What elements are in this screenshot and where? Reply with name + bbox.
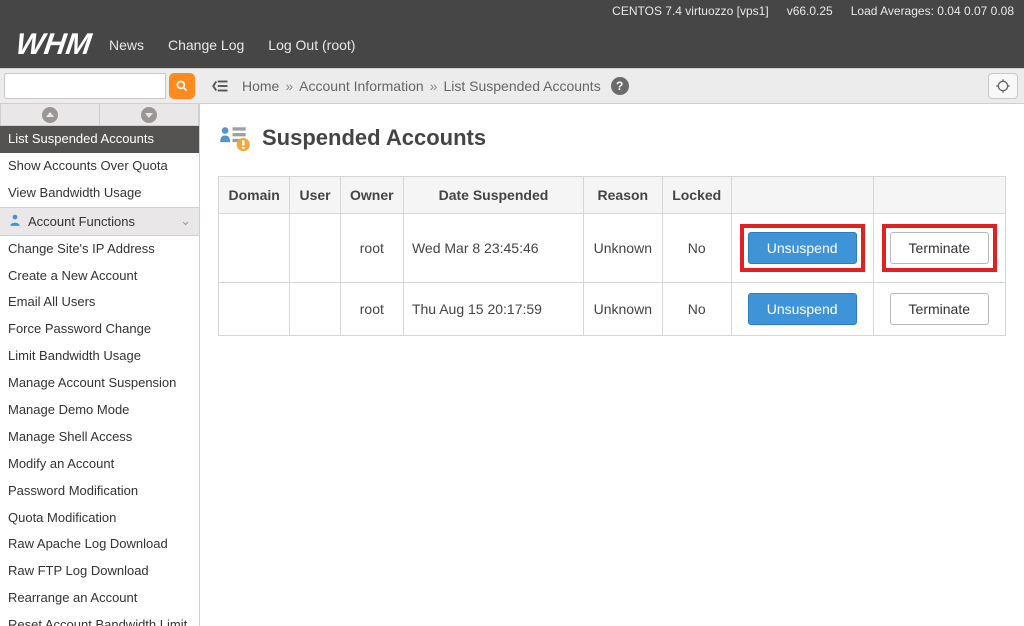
sidebar-item[interactable]: List Suspended Accounts bbox=[0, 126, 199, 153]
person-icon bbox=[8, 213, 22, 230]
cell-locked: No bbox=[662, 214, 731, 283]
sidebar-collapse-down[interactable] bbox=[99, 104, 199, 126]
menu-icon bbox=[211, 79, 229, 93]
sidebar-item[interactable]: Raw FTP Log Download bbox=[0, 558, 199, 585]
cell-user bbox=[290, 214, 340, 283]
breadcrumb-home[interactable]: Home bbox=[242, 78, 279, 94]
sidebar-item[interactable]: Password Modification bbox=[0, 478, 199, 505]
col-reason[interactable]: Reason bbox=[583, 177, 662, 214]
status-version: v66.0.25 bbox=[787, 4, 833, 18]
cell-terminate: Terminate bbox=[873, 283, 1005, 336]
sidebar-list[interactable]: List Suspended AccountsShow Accounts Ove… bbox=[0, 126, 199, 626]
search-icon bbox=[175, 79, 189, 93]
terminate-button[interactable]: Terminate bbox=[890, 232, 989, 264]
menu-toggle-button[interactable] bbox=[206, 72, 234, 100]
chevron-up-icon bbox=[45, 110, 55, 120]
chevron-down-icon bbox=[144, 110, 154, 120]
nav-changelog[interactable]: Change Log bbox=[168, 37, 244, 53]
fullscreen-button[interactable] bbox=[988, 73, 1018, 99]
breadcrumb: Home » Account Information » List Suspen… bbox=[242, 77, 629, 95]
cell-date: Thu Aug 15 20:17:59 bbox=[403, 283, 583, 336]
search-button[interactable] bbox=[169, 73, 195, 99]
col-unsuspend bbox=[731, 177, 873, 214]
sidebar-section-label: Account Functions bbox=[28, 214, 135, 229]
sidebar-item[interactable]: Manage Account Suspension bbox=[0, 370, 199, 397]
sidebar-item[interactable]: View Bandwidth Usage bbox=[0, 180, 199, 207]
col-terminate bbox=[873, 177, 1005, 214]
col-user[interactable]: User bbox=[290, 177, 340, 214]
breadcrumb-group[interactable]: Account Information bbox=[299, 78, 424, 94]
sidebar-collapse-up[interactable] bbox=[0, 104, 99, 126]
sidebar-item[interactable]: Reset Account Bandwidth Limit bbox=[0, 612, 199, 626]
sidebar-item[interactable]: Force Password Change bbox=[0, 316, 199, 343]
sidebar-item[interactable]: Change Site's IP Address bbox=[0, 236, 199, 263]
status-load: Load Averages: 0.04 0.07 0.08 bbox=[851, 4, 1014, 18]
sidebar-item[interactable]: Manage Demo Mode bbox=[0, 397, 199, 424]
cell-domain bbox=[219, 283, 290, 336]
fullscreen-icon bbox=[995, 78, 1011, 94]
sidebar-item[interactable]: Manage Shell Access bbox=[0, 424, 199, 451]
cell-date: Wed Mar 8 23:45:46 bbox=[403, 214, 583, 283]
cell-user bbox=[290, 283, 340, 336]
cell-locked: No bbox=[662, 283, 731, 336]
sidebar-item[interactable]: Quota Modification bbox=[0, 505, 199, 532]
status-os: CENTOS 7.4 virtuozzo [vps1] bbox=[612, 4, 769, 18]
highlight-annotation: Unsuspend bbox=[740, 224, 865, 272]
cell-unsuspend: Unsuspend bbox=[731, 214, 873, 283]
sidebar-section-account-functions[interactable]: Account Functions ⌄ bbox=[0, 207, 199, 236]
search-input[interactable] bbox=[4, 73, 166, 99]
terminate-button[interactable]: Terminate bbox=[890, 293, 989, 325]
table-row: rootThu Aug 15 20:17:59UnknownNo Unsuspen… bbox=[219, 283, 1006, 336]
col-date[interactable]: Date Suspended bbox=[403, 177, 583, 214]
table-row: rootWed Mar 8 23:45:46UnknownNo Unsuspend… bbox=[219, 214, 1006, 283]
col-owner[interactable]: Owner bbox=[340, 177, 403, 214]
logo[interactable]: WHM bbox=[14, 30, 93, 60]
sidebar-item[interactable]: Create a New Account bbox=[0, 263, 199, 290]
unsuspend-button[interactable]: Unsuspend bbox=[748, 232, 857, 264]
breadcrumb-page[interactable]: List Suspended Accounts bbox=[443, 78, 600, 94]
sidebar-item[interactable]: Rearrange an Account bbox=[0, 585, 199, 612]
sidebar-item[interactable]: Show Accounts Over Quota bbox=[0, 153, 199, 180]
col-domain[interactable]: Domain bbox=[219, 177, 290, 214]
nav-logout[interactable]: Log Out (root) bbox=[268, 37, 355, 53]
header: WHM News Change Log Log Out (root) bbox=[0, 22, 1024, 68]
sidebar-item[interactable]: Email All Users bbox=[0, 289, 199, 316]
col-locked[interactable]: Locked bbox=[662, 177, 731, 214]
toolbar: Home » Account Information » List Suspen… bbox=[0, 68, 1024, 104]
chevron-down-icon: ⌄ bbox=[180, 213, 191, 229]
page-title: Suspended Accounts bbox=[262, 125, 486, 151]
cell-owner: root bbox=[340, 214, 403, 283]
cell-reason: Unknown bbox=[583, 283, 662, 336]
sidebar-item[interactable]: Limit Bandwidth Usage bbox=[0, 343, 199, 370]
breadcrumb-sep-icon: » bbox=[430, 78, 438, 94]
help-icon[interactable]: ? bbox=[611, 77, 629, 95]
cell-domain bbox=[219, 214, 290, 283]
accounts-table: Domain User Owner Date Suspended Reason … bbox=[218, 176, 1006, 336]
sidebar: List Suspended AccountsShow Accounts Ove… bbox=[0, 104, 200, 626]
cell-reason: Unknown bbox=[583, 214, 662, 283]
status-bar: CENTOS 7.4 virtuozzo [vps1] v66.0.25 Loa… bbox=[0, 0, 1024, 22]
breadcrumb-sep-icon: » bbox=[285, 78, 293, 94]
sidebar-item[interactable]: Modify an Account bbox=[0, 451, 199, 478]
suspended-accounts-icon bbox=[218, 124, 252, 152]
nav-news[interactable]: News bbox=[109, 37, 144, 53]
highlight-annotation: Terminate bbox=[882, 224, 997, 272]
cell-unsuspend: Unsuspend bbox=[731, 283, 873, 336]
unsuspend-button[interactable]: Unsuspend bbox=[748, 293, 857, 325]
main-content: Suspended Accounts Domain User Owner Dat… bbox=[200, 104, 1024, 626]
cell-owner: root bbox=[340, 283, 403, 336]
sidebar-item[interactable]: Raw Apache Log Download bbox=[0, 531, 199, 558]
cell-terminate: Terminate bbox=[873, 214, 1005, 283]
